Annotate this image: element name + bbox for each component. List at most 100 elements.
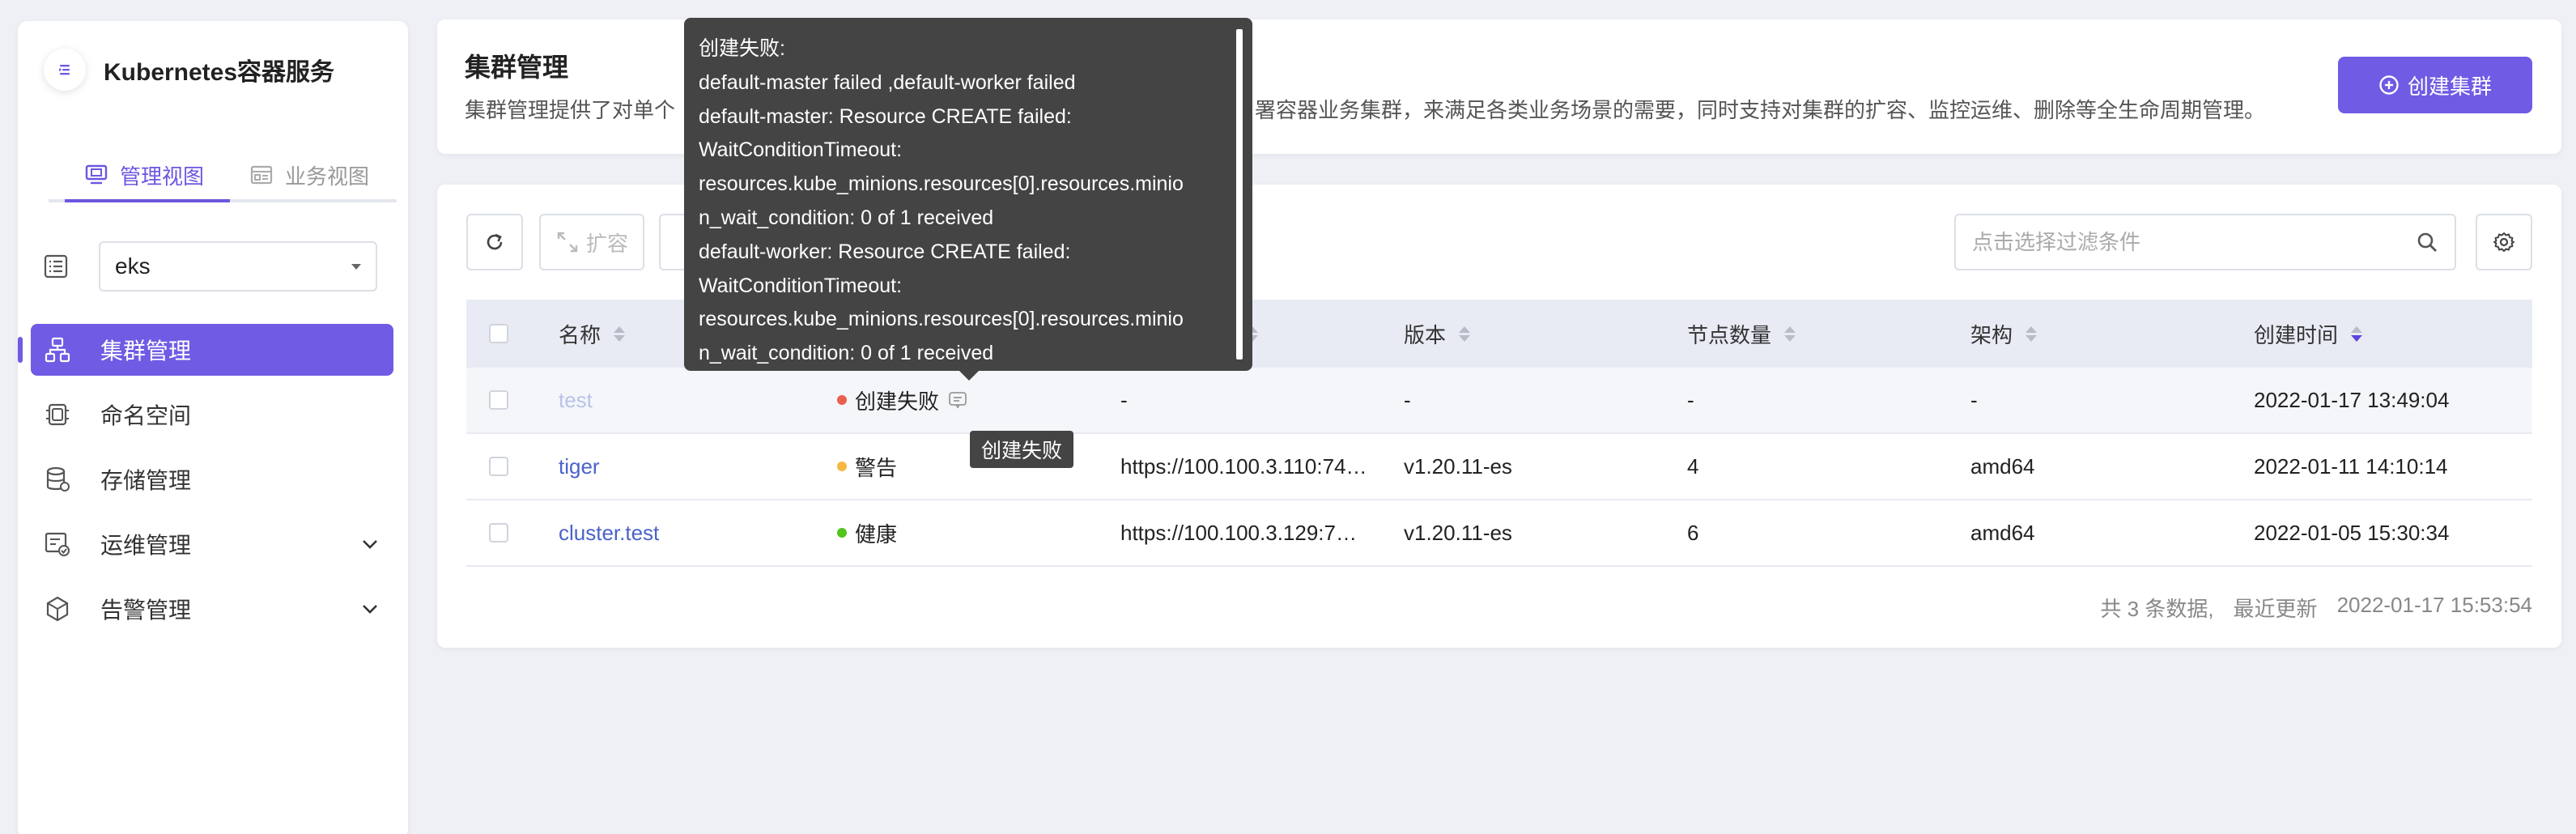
page-description-start: 集群管理提供了对单个 [465, 98, 676, 122]
storage-icon [46, 466, 70, 491]
tooltip-line: WaitConditionTimeout: [699, 274, 903, 297]
select-all-checkbox[interactable] [489, 324, 508, 343]
alert-icon [46, 596, 69, 622]
tab-management-view[interactable]: 管理视图 [84, 151, 204, 199]
column-name[interactable]: 名称 [559, 319, 626, 349]
expand-label: 扩容 [585, 231, 628, 256]
cluster-name-link[interactable]: tiger [559, 454, 600, 479]
cluster-version: v1.20.11-es [1404, 520, 1512, 545]
status-text: 创建失败 [855, 389, 940, 414]
tab-business-view-label: 业务视图 [285, 164, 370, 189]
sidebar-item-ops[interactable]: 运维管理 [31, 518, 393, 570]
sort-icon[interactable] [614, 326, 626, 342]
status-text: 健康 [855, 521, 898, 547]
sidebar-item-cluster-management[interactable]: 集群管理 [18, 324, 393, 376]
namespace-icon [46, 403, 69, 426]
tab-business-view[interactable]: 业务视图 [249, 151, 369, 199]
expand-icon [557, 232, 578, 253]
cluster-arch: amd64 [1970, 453, 2035, 479]
table-footer: 共 3 条数据, 最近更新 2022-01-17 15:53:54 [2100, 593, 2532, 623]
row-checkbox[interactable] [489, 457, 508, 476]
ops-icon [45, 532, 70, 556]
collapse-menu-icon[interactable] [44, 49, 86, 91]
search-icon[interactable] [2416, 231, 2438, 253]
column-arch[interactable]: 架构 [1970, 319, 2038, 349]
tooltip-line: default-worker: Resource CREATE failed: [699, 240, 1071, 263]
cluster-created: 2022-01-17 13:49:04 [2254, 387, 2450, 412]
cluster-name-link[interactable]: test [559, 388, 593, 413]
monitor-icon [85, 164, 108, 185]
sidebar-item-label: 集群管理 [100, 338, 192, 364]
list-icon [44, 254, 68, 279]
sidebar-item-alerts[interactable]: 告警管理 [31, 583, 393, 635]
updated-label: 最近更新 [2233, 597, 2318, 621]
message-icon[interactable] [947, 390, 968, 410]
cluster-address: - [1120, 387, 1128, 412]
app-title: Kubernetes容器服务 [104, 59, 335, 86]
sidebar-menu: 集群管理 命名空间 存储管理 运维管理 告警管理 [18, 324, 408, 648]
column-version[interactable]: 版本 [1404, 319, 1471, 349]
page-description-end: 署容器业务集群，来满足各类业务场景的需要，同时支持对集群的扩容、监控运维、删除等… [1255, 98, 2266, 122]
tooltip-arrow [959, 371, 979, 381]
cluster-version: - [1404, 387, 1411, 412]
sidebar-item-label: 存储管理 [100, 468, 192, 493]
create-cluster-button[interactable]: 创建集群 [2338, 57, 2532, 113]
sidebar-item-storage[interactable]: 存储管理 [31, 453, 393, 505]
status-badge: 健康 [837, 518, 897, 548]
sidebar-item-label: 运维管理 [100, 533, 192, 558]
column-name-label: 名称 [559, 322, 601, 347]
tooltip-line: default-master failed ,default-worker fa… [699, 70, 1076, 94]
gear-icon [2493, 232, 2514, 252]
sidebar-item-label: 命名空间 [100, 403, 192, 428]
filter-input[interactable] [1972, 229, 2393, 255]
tooltip-line: 创建失败: [699, 37, 785, 60]
cluster-nodes: 4 [1687, 453, 1699, 479]
cluster-icon [45, 337, 70, 363]
sort-icon[interactable] [1459, 326, 1471, 342]
sort-icon[interactable] [2351, 326, 2363, 342]
tooltip-line: resources.kube_minions.resources[0].reso… [699, 172, 1184, 196]
tab-management-view-label: 管理视图 [120, 164, 205, 189]
cluster-nodes: 6 [1687, 520, 1699, 545]
sidebar-item-namespace[interactable]: 命名空间 [31, 389, 393, 440]
settings-button[interactable] [2476, 214, 2532, 270]
column-nodes[interactable]: 节点数量 [1687, 319, 1796, 349]
column-created[interactable]: 创建时间 [2254, 319, 2363, 349]
column-arch-label: 架构 [1970, 322, 2013, 347]
row-checkbox[interactable] [489, 390, 508, 410]
expand-button[interactable]: 扩容 [539, 214, 644, 270]
updated-time: 2022-01-17 15:53:54 [2336, 593, 2532, 617]
tooltip-scrollbar[interactable] [1236, 29, 1243, 360]
cluster-select[interactable]: eks [99, 241, 377, 291]
brand: Kubernetes容器服务 [44, 47, 334, 92]
chevron-down-icon [363, 605, 377, 614]
plus-circle-icon [2379, 75, 2399, 95]
status-dot [837, 462, 847, 471]
status-dot [837, 528, 847, 538]
tooltip-line: n_wait_condition: 0 of 1 received [699, 342, 994, 365]
row-checkbox[interactable] [489, 523, 508, 543]
cluster-name-link[interactable]: cluster.test [559, 521, 659, 546]
status-badge: 警告 [837, 452, 897, 482]
tooltip-line: WaitConditionTimeout: [699, 138, 903, 162]
tooltip-line: default-master: Resource CREATE failed: [699, 104, 1072, 128]
chevron-down-icon [351, 263, 361, 270]
tooltip-line: resources.kube_minions.resources[0].reso… [699, 308, 1184, 331]
cluster-nodes: - [1687, 387, 1694, 412]
view-switcher: 管理视图 业务视图 [49, 144, 397, 202]
column-version-label: 版本 [1404, 322, 1447, 347]
column-created-label: 创建时间 [2254, 322, 2339, 347]
sidebar-item-label: 告警管理 [100, 598, 192, 623]
status-text: 警告 [855, 455, 898, 480]
refresh-button[interactable] [466, 214, 523, 270]
active-tab-indicator [65, 199, 230, 202]
sort-icon[interactable] [2026, 326, 2038, 342]
sort-icon[interactable] [1784, 326, 1796, 342]
cluster-selector: eks [42, 240, 398, 293]
total-count: 共 3 条数据, [2100, 597, 2214, 621]
chevron-down-icon [363, 540, 377, 549]
cluster-select-value: eks [115, 253, 151, 279]
status-mini-tooltip: 创建失败 [970, 431, 1074, 468]
cluster-created: 2022-01-11 14:10:14 [2254, 453, 2448, 479]
cluster-created: 2022-01-05 15:30:34 [2254, 520, 2450, 545]
